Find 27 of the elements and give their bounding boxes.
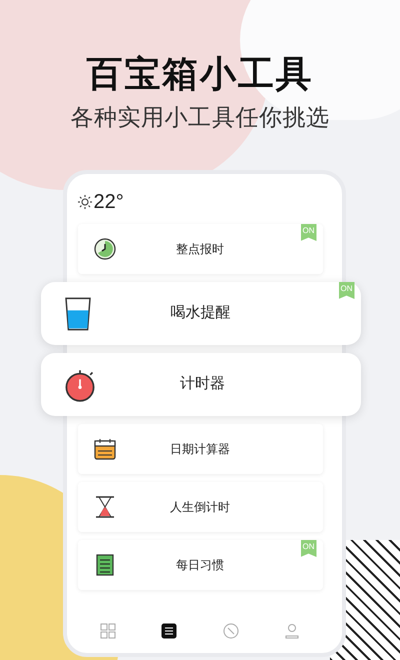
- tool-label: 日期计算器: [169, 441, 231, 458]
- tool-card[interactable]: 整点报时 ON: [78, 224, 322, 274]
- sun-icon: [78, 195, 92, 209]
- on-badge: ON: [300, 540, 316, 557]
- on-badge: ON: [300, 224, 316, 241]
- tool-card[interactable]: 日期计算器: [78, 424, 322, 474]
- compass-icon[interactable]: [222, 623, 239, 639]
- list-icon[interactable]: [161, 623, 178, 639]
- water-glass-icon: [62, 296, 92, 332]
- tool-label: 整点报时: [175, 241, 225, 258]
- stopwatch-icon: [62, 368, 96, 402]
- on-badge: ON: [338, 282, 354, 299]
- person-icon[interactable]: [284, 623, 300, 639]
- calendar-icon: [92, 437, 116, 461]
- tool-card[interactable]: 喝水提醒 ON: [40, 282, 360, 345]
- clock-icon: [92, 237, 116, 261]
- grid-icon[interactable]: [100, 623, 116, 639]
- tool-card[interactable]: 人生倒计时: [78, 482, 322, 532]
- tool-label: 计时器: [179, 374, 226, 394]
- tool-card[interactable]: 每日习惯 ON: [78, 540, 322, 590]
- tool-label: 人生倒计时: [169, 499, 231, 516]
- tool-label: 每日习惯: [175, 557, 225, 574]
- page-subtitle: 各种实用小工具任你挑选: [70, 103, 330, 132]
- tool-card[interactable]: 计时器: [40, 353, 360, 416]
- page-title: 百宝箱小工具: [86, 52, 314, 96]
- temperature: 22°: [94, 190, 124, 215]
- tool-label: 喝水提醒: [170, 303, 232, 324]
